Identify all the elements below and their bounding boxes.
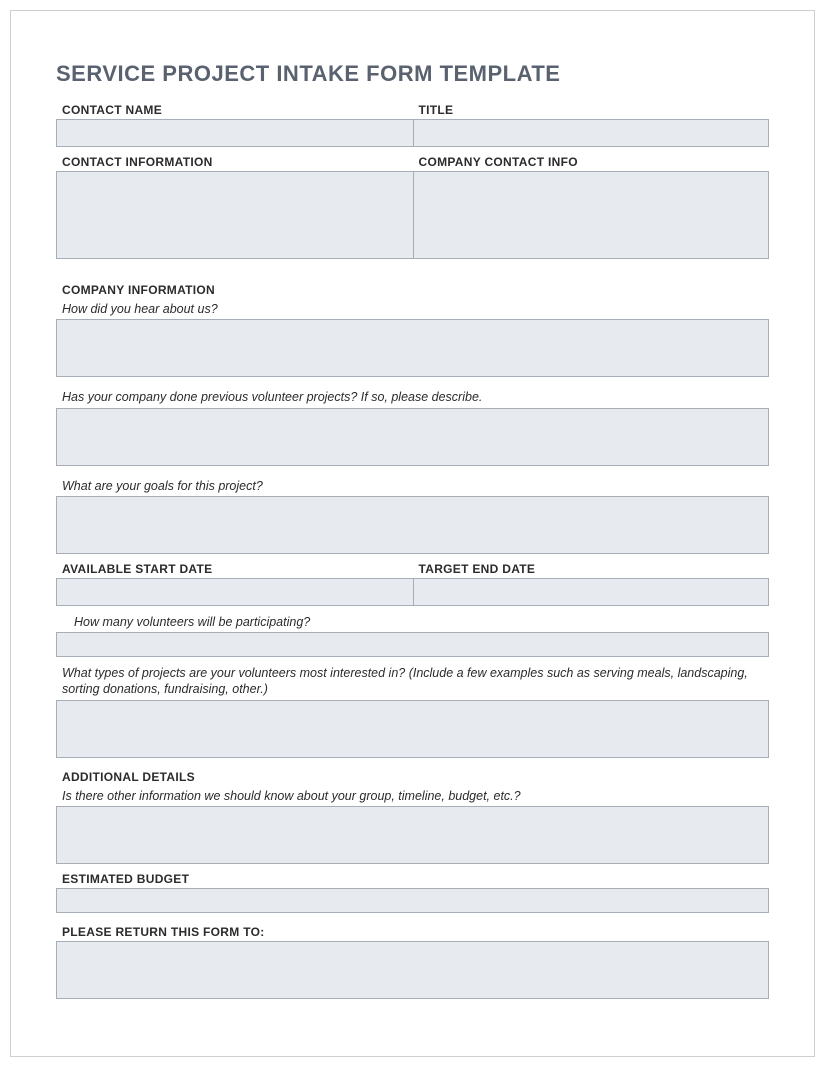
field-other-info[interactable] [56,806,769,864]
field-contact-info[interactable] [56,171,413,259]
form-page: SERVICE PROJECT INTAKE FORM TEMPLATE CON… [10,10,815,1057]
label-volunteers: How many volunteers will be participatin… [56,612,769,632]
label-contact-info: CONTACT INFORMATION [56,153,413,171]
section-additional-details: ADDITIONAL DETAILS Is there other inform… [56,768,769,864]
label-contact-name: CONTACT NAME [56,101,413,119]
field-return-to[interactable] [56,941,769,999]
page-title: SERVICE PROJECT INTAKE FORM TEMPLATE [56,61,769,87]
label-return-to: PLEASE RETURN THIS FORM TO: [56,923,769,941]
field-title[interactable] [413,119,770,147]
section-return-to: PLEASE RETURN THIS FORM TO: [56,923,769,999]
field-start-date[interactable] [56,578,413,606]
section-volunteers: How many volunteers will be participatin… [56,612,769,657]
field-hear-about[interactable] [56,319,769,377]
label-hear-about: How did you hear about us? [56,299,769,319]
label-project-types: What types of projects are your voluntee… [56,663,769,700]
field-contact-name[interactable] [56,119,413,147]
row-contact-name-title: CONTACT NAME TITLE [56,101,769,147]
label-additional-details: ADDITIONAL DETAILS [56,768,769,786]
row-dates: AVAILABLE START DATE TARGET END DATE [56,560,769,606]
label-goals: What are your goals for this project? [56,476,769,496]
label-start-date: AVAILABLE START DATE [56,560,413,578]
field-volunteers[interactable] [56,632,769,657]
field-goals[interactable] [56,496,769,554]
label-company-contact-info: COMPANY CONTACT INFO [413,153,770,171]
label-previous-projects: Has your company done previous volunteer… [56,387,769,407]
field-budget[interactable] [56,888,769,913]
field-project-types[interactable] [56,700,769,758]
row-contact-info: CONTACT INFORMATION COMPANY CONTACT INFO [56,153,769,259]
field-previous-projects[interactable] [56,408,769,466]
field-company-contact-info[interactable] [413,171,770,259]
section-budget: ESTIMATED BUDGET [56,870,769,913]
section-goals: What are your goals for this project? [56,476,769,554]
label-end-date: TARGET END DATE [413,560,770,578]
label-title: TITLE [413,101,770,119]
field-end-date[interactable] [413,578,770,606]
label-company-info: COMPANY INFORMATION [56,281,769,299]
section-previous-projects: Has your company done previous volunteer… [56,387,769,465]
label-budget: ESTIMATED BUDGET [56,870,769,888]
label-other-info: Is there other information we should kno… [56,786,769,806]
section-company-info: COMPANY INFORMATION How did you hear abo… [56,281,769,377]
section-project-types: What types of projects are your voluntee… [56,663,769,758]
